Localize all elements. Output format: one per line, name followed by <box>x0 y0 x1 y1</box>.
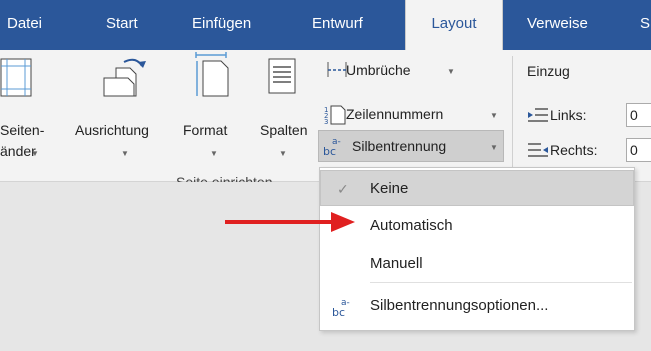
menu-item-silbentrennungsoptionen[interactable]: a- bc Silbentrennungsoptionen... <box>320 288 634 324</box>
ribbon-tab-bar: Datei Start Einfügen Entwurf Layout Verw… <box>0 0 651 51</box>
chevron-down-icon: ▼ <box>490 111 498 120</box>
columns-icon <box>268 58 296 94</box>
checkmark-icon: ✓ <box>337 181 349 197</box>
tab-entwurf[interactable]: Entwurf <box>312 0 363 50</box>
page-size-icon <box>195 52 229 97</box>
tab-start[interactable]: Start <box>106 0 138 50</box>
tab-cut[interactable]: S <box>640 0 650 50</box>
umbrueche-label: Umbrüche <box>346 62 411 78</box>
orientation-icon <box>103 58 146 97</box>
hyphenation-options-icon: a- bc <box>332 298 350 319</box>
indent-right-input[interactable]: 0 <box>626 138 651 162</box>
chevron-down-icon: ▼ <box>279 149 287 158</box>
spalten-label: Spalten <box>260 122 308 138</box>
silbentrennung-label: Silbentrennung <box>352 138 447 154</box>
menu-separator <box>370 282 632 283</box>
format-label: Format <box>183 122 228 138</box>
rechts-label: Rechts: <box>550 142 598 158</box>
menu-item-automatisch[interactable]: Automatisch <box>320 208 634 244</box>
svg-text:bc: bc <box>332 306 345 319</box>
line-numbers-icon: 1 2 3 <box>324 105 346 126</box>
margins-icon <box>0 58 32 97</box>
hyphenation-dropdown-menu: ✓ Keine Automatisch Manuell a- bc Silben… <box>319 167 635 331</box>
einzug-heading: Einzug <box>527 63 570 79</box>
zeilennummern-label: Zeilennummern <box>346 106 444 122</box>
silbentrennung-button[interactable]: a- bc Silbentrennung ▼ <box>318 130 504 162</box>
menu-item-keine-label: Keine <box>370 180 409 197</box>
menu-item-keine[interactable]: ✓ Keine <box>320 170 634 206</box>
red-arrow-annotation <box>225 212 355 232</box>
menu-item-optionen-label: Silbentrennungsoptionen... <box>370 297 549 314</box>
svg-text:3: 3 <box>324 118 328 126</box>
menu-item-automatisch-label: Automatisch <box>370 217 453 234</box>
chevron-down-icon: ▼ <box>490 143 498 152</box>
indent-right-icon <box>528 143 548 157</box>
chevron-down-icon: ▼ <box>447 67 455 76</box>
tab-layout[interactable]: Layout <box>405 0 503 51</box>
ribbon: Seiten- änder ▼ Ausrichtung ▼ Format ▼ S… <box>0 50 651 190</box>
ausrichtung-label: Ausrichtung <box>75 122 149 138</box>
svg-text:bc: bc <box>323 145 336 157</box>
page-break-icon <box>327 62 347 77</box>
menu-item-manuell-label: Manuell <box>370 255 423 272</box>
seitenraender-label-1: Seiten- <box>0 122 45 138</box>
tab-verweise[interactable]: Verweise <box>527 0 588 50</box>
menu-item-manuell[interactable]: Manuell <box>320 246 634 282</box>
tab-datei[interactable]: Datei <box>7 0 42 50</box>
indent-left-icon <box>528 108 548 122</box>
hyphenation-icon: a- bc <box>323 137 341 157</box>
indent-left-input[interactable]: 0 <box>626 103 651 127</box>
chevron-down-icon: ▼ <box>31 149 39 158</box>
links-label: Links: <box>550 107 587 123</box>
chevron-down-icon: ▼ <box>121 149 129 158</box>
tab-einfuegen[interactable]: Einfügen <box>192 0 251 50</box>
chevron-down-icon: ▼ <box>210 149 218 158</box>
